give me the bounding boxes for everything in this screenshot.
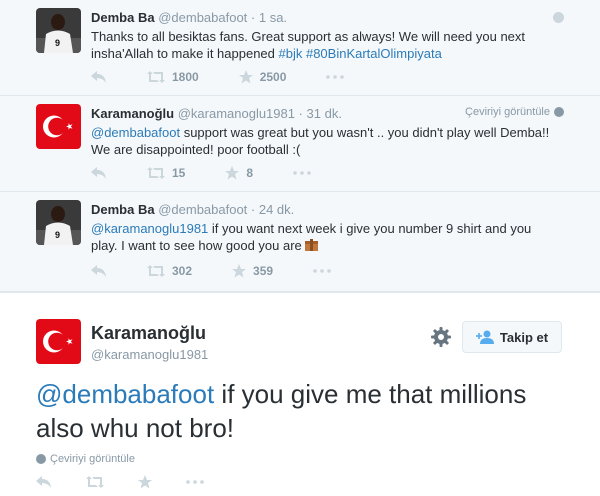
mention-link[interactable]: @dembabafoot (36, 379, 214, 409)
more-button[interactable] (186, 480, 204, 484)
retweet-button[interactable]: 15 (147, 166, 185, 180)
star-icon (232, 264, 247, 278)
translate-link[interactable]: Çeviriyi görüntüle (36, 453, 135, 465)
user-handle[interactable]: @karamanoglu1981 (178, 106, 295, 121)
avatar-karamanoglu[interactable] (36, 104, 81, 149)
tweet-text: @karamanoglu1981 if you want next week i… (91, 220, 561, 254)
user-name[interactable]: Demba Ba (91, 10, 155, 25)
tweet-actions: 1800 2500 (91, 70, 366, 84)
more-icon (186, 480, 204, 484)
hashtags-link[interactable]: #bjk #80BinKartalOlimpiyata (279, 46, 442, 61)
avatar-demba-ba[interactable]: 9 (36, 200, 81, 245)
translate-link[interactable]: Çeviriyi görüntüle (465, 106, 564, 118)
tweet-demba-ba-2[interactable]: 9 Demba Ba @dembabafoot · 24 dk. @karama… (0, 192, 600, 292)
tweet-karamanoglu-1[interactable]: Karamanoğlu @karamanoglu1981 · 31 dk. Çe… (0, 96, 600, 192)
reply-icon (91, 265, 106, 277)
more-button[interactable] (293, 171, 311, 175)
tweet-actions: 15 8 (91, 166, 333, 180)
user-handle[interactable]: @dembabafoot (158, 10, 247, 25)
main-tweet-actions (36, 475, 238, 489)
user-handle[interactable]: @dembabafoot (158, 202, 247, 217)
retweet-button[interactable]: 1800 (147, 70, 199, 84)
reply-icon (91, 71, 106, 83)
tweet-text: Thanks to all besiktas fans. Great suppo… (91, 28, 561, 62)
main-tweet-text: @dembabafoot if you give me that million… (36, 377, 566, 445)
favorite-count: 2500 (259, 70, 287, 84)
retweet-count: 15 (172, 166, 186, 180)
tweet-header: Karamanoğlu @karamanoglu1981 · 31 dk. (91, 106, 342, 121)
tweet-time[interactable]: · 1 sa. (251, 10, 287, 25)
retweet-button[interactable] (86, 476, 104, 488)
svg-text:9: 9 (55, 230, 60, 240)
retweet-icon (147, 71, 165, 83)
retweet-icon (147, 167, 165, 179)
globe-icon (554, 107, 564, 117)
retweet-icon (86, 476, 104, 488)
reply-button[interactable] (91, 265, 107, 277)
star-icon (238, 70, 253, 84)
reply-button[interactable] (91, 167, 107, 179)
avatar-karamanoglu[interactable] (36, 319, 81, 364)
retweet-button[interactable]: 302 (147, 264, 192, 278)
favorite-button[interactable]: 2500 (238, 70, 287, 84)
tweet-text: @dembabafoot support was great but you w… (91, 124, 561, 158)
follow-button[interactable]: Takip et (462, 321, 562, 353)
user-name[interactable]: Demba Ba (91, 202, 155, 217)
more-icon (293, 171, 311, 175)
mention-link[interactable]: @dembabafoot (91, 125, 180, 140)
translate-label[interactable]: Çeviriyi görüntüle (50, 453, 135, 465)
reply-button[interactable] (91, 71, 107, 83)
reply-icon (36, 476, 51, 488)
tweet-actions: 302 359 (91, 264, 353, 278)
star-icon (225, 166, 240, 180)
retweet-icon (147, 265, 165, 277)
reply-button[interactable] (36, 476, 52, 488)
retweet-count: 302 (172, 264, 193, 278)
globe-icon (36, 454, 46, 464)
tweet-time[interactable]: · 31 dk. (299, 106, 342, 121)
avatar-demba-ba[interactable]: 9 (36, 8, 81, 53)
more-icon (326, 75, 345, 79)
favorite-count: 8 (246, 166, 254, 180)
favorite-button[interactable]: 8 (225, 166, 253, 180)
reply-icon (91, 167, 106, 179)
tweet-header: Demba Ba @dembabafoot · 1 sa. (91, 10, 287, 25)
retweet-count: 1800 (172, 70, 199, 84)
favorite-button[interactable] (138, 475, 152, 489)
favorite-button[interactable]: 359 (232, 264, 273, 278)
favorite-count: 359 (253, 264, 274, 278)
user-name[interactable]: Karamanoğlu (91, 106, 174, 121)
user-handle[interactable]: @karamanoglu1981 (91, 347, 208, 362)
more-button[interactable] (326, 75, 345, 79)
follow-label: Takip et (499, 329, 549, 345)
tweet-time[interactable]: · 24 dk. (251, 202, 294, 217)
more-icon (313, 269, 331, 273)
user-name[interactable]: Karamanoğlu (91, 323, 206, 344)
gear-icon[interactable] (431, 327, 451, 347)
box-emoji-icon (305, 239, 319, 251)
add-user-icon (475, 330, 494, 344)
translate-label[interactable]: Çeviriyi görüntüle (465, 106, 550, 118)
main-tweet: Karamanoğlu @karamanoglu1981 Takip et @d… (0, 292, 600, 496)
svg-text:9: 9 (55, 38, 60, 48)
more-button[interactable] (313, 269, 331, 273)
star-icon (138, 475, 152, 489)
mention-link[interactable]: @karamanoglu1981 (91, 221, 208, 236)
tweet-demba-ba-1[interactable]: 9 Demba Ba @dembabafoot · 1 sa. Thanks t… (0, 0, 600, 96)
tweet-header: Demba Ba @dembabafoot · 24 dk. (91, 202, 294, 217)
chevron-down-icon[interactable] (553, 12, 564, 23)
